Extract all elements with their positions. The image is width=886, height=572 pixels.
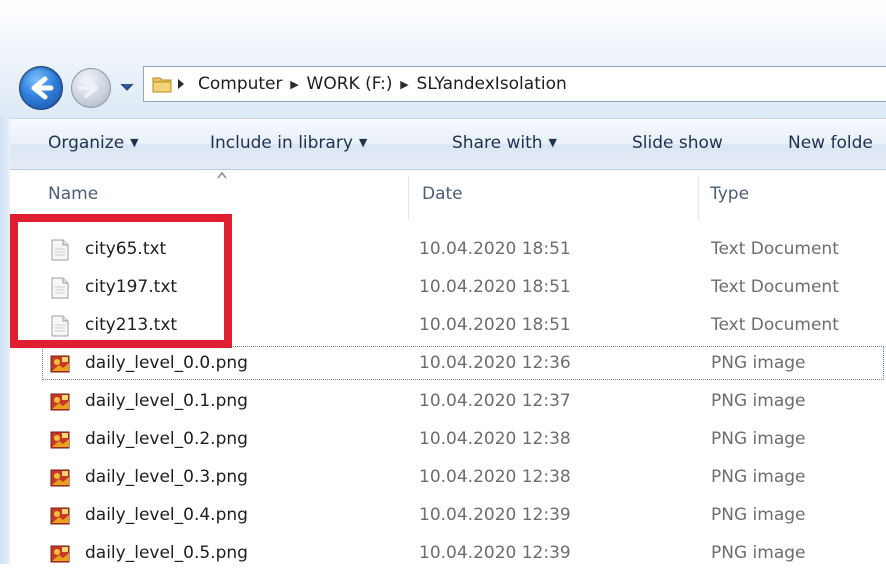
organize-button[interactable]: Organize ▼ [48, 133, 139, 153]
file-type: Text Document [711, 315, 839, 335]
column-header-date[interactable]: Date [422, 171, 698, 221]
breadcrumb-arrow-icon[interactable] [175, 78, 187, 90]
file-date: 10.04.2020 18:51 [419, 277, 571, 297]
file-date: 10.04.2020 12:36 [419, 353, 571, 373]
file-name: daily_level_0.1.png [85, 391, 248, 411]
file-name: daily_level_0.2.png [85, 429, 248, 449]
png-file-icon [50, 545, 70, 563]
column-header-type[interactable]: Type [710, 171, 886, 221]
folder-icon [152, 77, 172, 93]
file-date: 10.04.2020 12:38 [419, 429, 571, 449]
address-bar[interactable]: Computer ▶ WORK (F:) ▶ SLYandexIsolation [143, 66, 886, 102]
png-file-icon [50, 431, 70, 449]
file-date: 10.04.2020 12:37 [419, 391, 571, 411]
crumb-drive[interactable]: WORK (F:) [303, 74, 397, 94]
caret-down-icon: ▼ [548, 136, 557, 149]
file-row[interactable]: daily_level_0.2.png 10.04.2020 12:38 PNG… [40, 420, 886, 458]
file-row[interactable]: daily_level_0.3.png 10.04.2020 12:38 PNG… [40, 458, 886, 496]
file-row[interactable]: daily_level_0.4.png 10.04.2020 12:39 PNG… [40, 496, 886, 534]
breadcrumb-arrow-icon[interactable]: ▶ [397, 78, 413, 91]
caret-down-icon: ▼ [358, 136, 368, 149]
back-button[interactable] [19, 66, 63, 110]
new-folder-button[interactable]: New folde [788, 133, 873, 153]
file-date: 10.04.2020 18:51 [419, 239, 571, 259]
file-date: 10.04.2020 12:38 [419, 467, 571, 487]
file-type: PNG image [711, 429, 806, 449]
file-name: daily_level_0.3.png [85, 467, 248, 487]
newfolder-label: New folde [788, 133, 873, 153]
file-row[interactable]: daily_level_0.0.png 10.04.2020 12:36 PNG… [40, 344, 886, 382]
file-date: 10.04.2020 12:39 [419, 543, 571, 563]
file-type: PNG image [711, 543, 806, 563]
breadcrumb-arrow-icon[interactable]: ▶ [287, 78, 303, 91]
file-type: PNG image [711, 353, 806, 373]
share-with-button[interactable]: Share with ▼ [452, 133, 557, 153]
command-toolbar: Organize ▼ Include in library ▼ Share with… [10, 118, 886, 170]
png-file-icon [50, 393, 70, 411]
column-divider[interactable] [408, 176, 409, 220]
chevron-down-icon [120, 83, 134, 91]
window-left-border [0, 118, 10, 564]
forward-button[interactable] [71, 68, 111, 108]
file-date: 10.04.2020 18:51 [419, 315, 571, 335]
file-name: daily_level_0.0.png [85, 353, 248, 373]
file-name: daily_level_0.4.png [85, 505, 248, 525]
file-type: PNG image [711, 467, 806, 487]
organize-label: Organize [48, 133, 125, 153]
png-file-icon [50, 507, 70, 525]
slideshow-label: Slide show [632, 133, 723, 153]
include-in-library-button[interactable]: Include in library ▼ [210, 133, 367, 153]
arrow-left-icon [31, 76, 54, 100]
crumb-folder[interactable]: SLYandexIsolation [413, 74, 571, 94]
include-label: Include in library [210, 133, 353, 153]
file-name: daily_level_0.5.png [85, 543, 248, 563]
file-type: PNG image [711, 505, 806, 525]
file-type: Text Document [711, 239, 839, 259]
slide-show-button[interactable]: Slide show [632, 133, 723, 153]
share-label: Share with [452, 133, 543, 153]
png-file-icon [50, 469, 70, 487]
png-file-icon [50, 355, 70, 373]
file-row[interactable]: daily_level_0.1.png 10.04.2020 12:37 PNG… [40, 382, 886, 420]
caret-down-icon: ▼ [130, 136, 139, 149]
file-date: 10.04.2020 12:39 [419, 505, 571, 525]
highlight-annotation-box [10, 214, 232, 348]
arrow-right-icon [78, 78, 98, 98]
breadcrumb: Computer ▶ WORK (F:) ▶ SLYandexIsolation [194, 67, 571, 101]
file-type: Text Document [711, 277, 839, 297]
column-divider[interactable] [698, 176, 699, 220]
file-type: PNG image [711, 391, 806, 411]
crumb-computer[interactable]: Computer [194, 74, 287, 94]
recent-pages-button[interactable] [119, 78, 135, 96]
file-row[interactable]: daily_level_0.5.png 10.04.2020 12:39 PNG… [40, 534, 886, 572]
